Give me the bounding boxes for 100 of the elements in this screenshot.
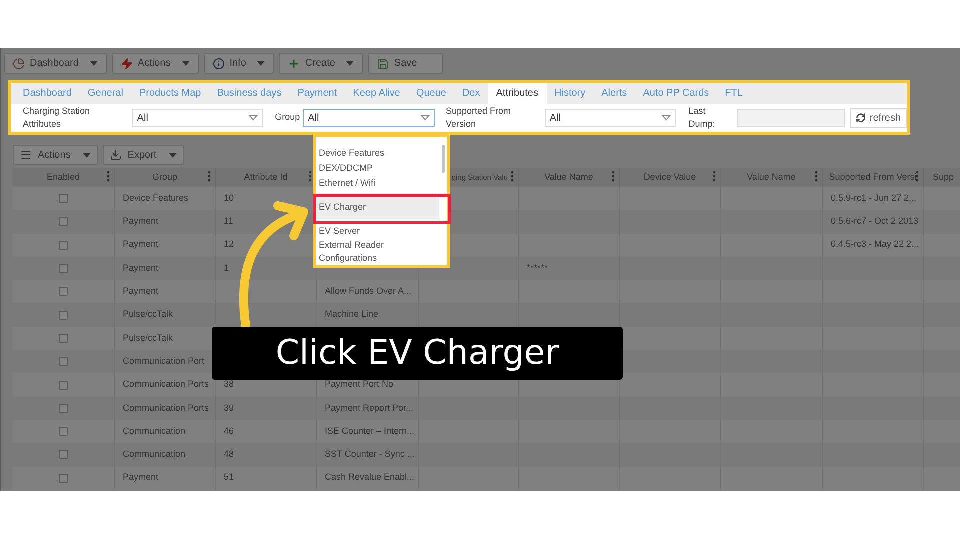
checkbox[interactable] (59, 287, 68, 296)
select-field[interactable]: All (132, 109, 264, 127)
toolbar-button[interactable]: Dashboard (4, 53, 107, 74)
checkbox[interactable] (59, 310, 68, 320)
column-menu-icon[interactable] (612, 171, 615, 182)
caret-icon (82, 152, 91, 158)
grid-toolbar-button[interactable]: Export (102, 145, 184, 165)
dropdown-item[interactable]: External Reader Configurations (316, 239, 439, 265)
column-header: Enabled (46, 170, 80, 184)
table-cell-text: 10 (224, 192, 234, 205)
pie-chart-icon (13, 58, 25, 70)
tab[interactable]: History (546, 83, 594, 104)
tab[interactable]: Products Map (132, 83, 210, 104)
dropdown-item[interactable]: DEX/DDCMP (316, 161, 439, 176)
table-cell-text: 48 (224, 448, 234, 462)
dropdown-arrow-icon (421, 115, 430, 121)
column-header: Device Value (644, 170, 696, 184)
column-menu-icon[interactable] (916, 171, 919, 182)
tab[interactable]: Dashboard (15, 83, 80, 104)
tab[interactable]: Dex (454, 83, 488, 104)
menu-icon (20, 149, 32, 161)
checkbox[interactable] (59, 450, 68, 460)
checkbox[interactable] (59, 217, 68, 226)
dropdown-item[interactable]: Ethernet / Wifi (316, 176, 439, 191)
caret-icon (168, 152, 177, 158)
checkbox[interactable] (59, 194, 68, 204)
table-cell-text: Communication Ports (123, 402, 210, 415)
filter-label: Supported From Version (446, 104, 512, 131)
table-cell-text: 0.5.9-rc1 - Jun 27 2... (831, 192, 917, 205)
tab[interactable]: Payment (290, 83, 346, 104)
column-menu-icon[interactable] (815, 171, 818, 182)
save-icon (377, 58, 390, 70)
filter-label: Last Dump: (688, 104, 716, 131)
tab[interactable]: Alerts (594, 83, 636, 104)
checkbox[interactable] (59, 427, 68, 436)
checkbox[interactable] (59, 474, 68, 483)
table-cell-text: Communication Ports (123, 378, 210, 392)
table-cell-text: ****** (527, 262, 548, 275)
tab[interactable]: FTL (717, 83, 751, 104)
column-menu-icon[interactable] (208, 171, 211, 182)
dropdown-item[interactable]: EV Charger (316, 195, 439, 219)
table-cell-text: Communication (123, 424, 186, 438)
table-cell-text: Machine Line (325, 308, 379, 322)
table-cell-text: 0.5.6-rc7 - Oct 2 2013 (831, 215, 919, 228)
select-field[interactable]: All (544, 109, 676, 127)
table-cell-text: 11 (224, 215, 234, 228)
caret-icon (182, 61, 190, 66)
column-menu-icon[interactable] (713, 171, 716, 182)
tab[interactable]: Attributes (488, 83, 546, 104)
tab[interactable]: General (80, 83, 132, 104)
grid-toolbar-button[interactable]: Actions (13, 145, 98, 165)
table-cell-text: 0.4.5-rc3 - May 22 2... (831, 238, 920, 252)
column-menu-icon[interactable] (309, 171, 312, 182)
toolbar-button[interactable]: Create (279, 53, 364, 74)
checkbox[interactable] (59, 240, 68, 250)
checkbox[interactable] (59, 264, 68, 274)
checkbox[interactable] (59, 380, 68, 390)
tab[interactable]: Business days (209, 83, 290, 104)
checkbox[interactable] (59, 357, 68, 366)
input-field[interactable] (736, 109, 845, 127)
scrollbar[interactable] (442, 145, 445, 173)
dropdown-item[interactable]: EV Server (316, 224, 439, 239)
table-cell-text: Allow Funds Over A... (325, 285, 412, 298)
toolbar-button[interactable]: Info (204, 53, 274, 74)
table-cell-text: 38 (224, 378, 234, 392)
select-field[interactable]: All (303, 109, 436, 127)
table-cell-text: Pulse/ccTalk (123, 308, 174, 322)
column-header: Group (152, 170, 178, 184)
tab[interactable]: Keep Alive (345, 83, 408, 104)
dropdown-arrow-icon (249, 115, 258, 121)
tab[interactable]: Queue (408, 83, 454, 104)
column-menu-icon[interactable] (107, 171, 110, 182)
download-icon (110, 149, 122, 161)
column-header: Supported From Versi (829, 170, 917, 184)
toolbar-button[interactable]: Save (368, 53, 444, 74)
column-header: Value Name (747, 170, 796, 184)
table-cell-text: 46 (224, 424, 234, 438)
table-cell-text: Payment (123, 471, 159, 484)
checkbox[interactable] (59, 404, 68, 413)
caret-icon (346, 61, 354, 66)
table-cell-text: 39 (224, 402, 234, 415)
table-cell-text: Payment (123, 215, 159, 228)
dropdown-item[interactable]: Device Features (316, 146, 439, 161)
table-cell-text: Payment (123, 262, 159, 275)
info-icon (212, 58, 225, 70)
checkbox[interactable] (59, 334, 68, 343)
table-cell-text: ISE Counter – Intern... (325, 424, 415, 438)
tab[interactable]: Auto PP Cards (635, 83, 718, 104)
dropdown-arrow-icon (662, 115, 671, 121)
table-cell-text: 12 (224, 238, 234, 252)
callout-text: Click EV Charger (276, 332, 560, 375)
refresh-button[interactable]: refresh (850, 108, 908, 128)
caret-icon (90, 61, 98, 66)
filter-label: Group (275, 111, 300, 124)
table-cell-text: Payment (123, 238, 159, 252)
table-cell-text: Communication Port (123, 354, 205, 368)
column-menu-icon[interactable] (511, 171, 514, 182)
toolbar-button[interactable]: Actions (112, 53, 199, 74)
column-header: Attribute Id (244, 170, 288, 184)
table-cell-text: Cash Revalue Enabl... (325, 471, 415, 484)
